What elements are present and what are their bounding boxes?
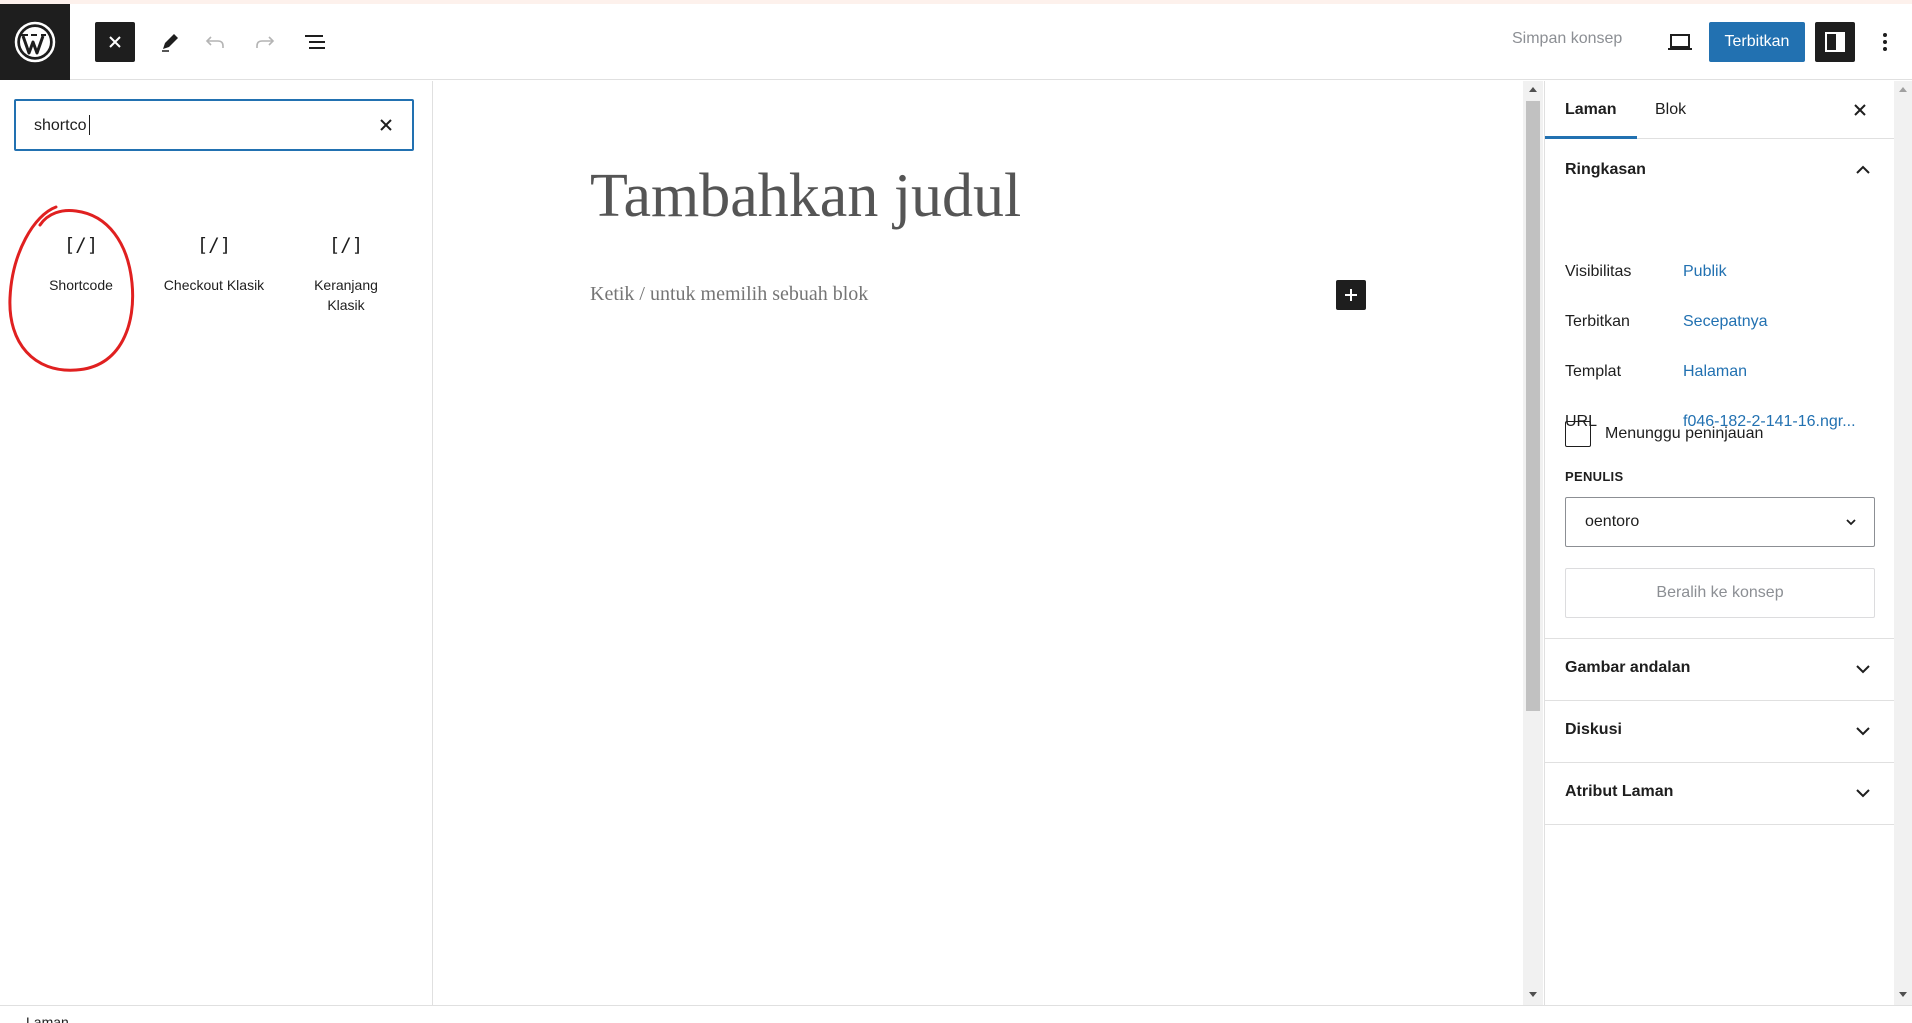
block-option-shortcode[interactable]: [/] Shortcode	[16, 231, 146, 341]
redo-icon	[256, 36, 275, 48]
laptop-icon	[1668, 34, 1692, 50]
document-overview-button[interactable]	[295, 22, 335, 62]
redo-button[interactable]	[245, 22, 285, 62]
block-option-label: Checkout Klasik	[163, 277, 265, 293]
chevron-down-icon	[1856, 789, 1870, 798]
plus-icon	[1345, 289, 1357, 301]
publish-date-label: Terbitkan	[1565, 313, 1630, 330]
chevron-down-icon	[1846, 519, 1856, 526]
featured-image-panel-toggle[interactable]: Gambar andalan	[1545, 639, 1895, 701]
summary-panel-title: Ringkasan	[1565, 161, 1646, 178]
visibility-label: Visibilitas	[1565, 263, 1632, 280]
sidebar-scrollbar[interactable]	[1894, 81, 1912, 1005]
block-option-label: Shortcode	[49, 277, 113, 293]
save-draft-button[interactable]: Simpan konsep	[1512, 30, 1622, 48]
discussion-panel-toggle[interactable]: Diskusi	[1545, 701, 1895, 763]
editor-canvas[interactable]: Tambahkan judul Ketik / untuk memilih se…	[434, 81, 1524, 1005]
undo-icon	[205, 36, 224, 48]
pending-review-label: Menunggu peninjauan	[1605, 425, 1764, 442]
close-icon	[109, 36, 121, 48]
more-vertical-icon	[1883, 33, 1887, 51]
visibility-value-link[interactable]: Publik	[1683, 263, 1863, 281]
author-select-value: oentoro	[1585, 513, 1640, 530]
scroll-down-arrow-icon[interactable]	[1897, 990, 1909, 1000]
undo-button[interactable]	[195, 22, 235, 62]
switch-to-draft-button[interactable]: Beralih ke konsep	[1565, 568, 1875, 618]
clear-search-button[interactable]	[374, 113, 398, 137]
close-sidebar-button[interactable]	[1847, 97, 1873, 123]
block-inserter-panel: [/] Shortcode [/] Checkout Klasik [/] Ke…	[0, 81, 433, 1005]
breadcrumb[interactable]: Laman	[26, 1014, 69, 1023]
editor-header: Simpan konsep Terbitkan	[0, 4, 1912, 80]
wordpress-logo-icon[interactable]	[0, 4, 70, 80]
author-select[interactable]: oentoro	[1565, 497, 1875, 547]
tab-blok[interactable]: Blok	[1635, 81, 1706, 139]
author-heading: PENULIS	[1565, 469, 1624, 484]
text-caret	[89, 115, 90, 135]
scroll-up-arrow-icon[interactable]	[1527, 84, 1539, 94]
block-search-field[interactable]	[14, 99, 414, 151]
summary-panel-toggle[interactable]: Ringkasan	[1545, 140, 1895, 200]
block-search-input[interactable]	[34, 114, 354, 138]
close-icon	[380, 119, 392, 131]
block-option-label: Keranjang Klasik	[314, 277, 378, 313]
page-attributes-panel-title: Atribut Laman	[1565, 783, 1674, 800]
page-attributes-panel-toggle[interactable]: Atribut Laman	[1545, 763, 1895, 825]
editor-footer: Laman	[0, 1005, 1912, 1023]
tab-laman[interactable]: Laman	[1545, 81, 1637, 139]
close-inserter-button[interactable]	[95, 22, 135, 62]
pencil-icon	[162, 34, 178, 52]
block-placeholder[interactable]: Ketik / untuk memilih sebuah blok	[590, 283, 868, 306]
add-block-button[interactable]	[1336, 280, 1366, 310]
template-value-link[interactable]: Halaman	[1683, 363, 1863, 381]
close-icon	[1854, 104, 1866, 116]
chevron-up-icon	[1856, 165, 1870, 174]
block-option-keranjang-klasik[interactable]: [/] Keranjang Klasik	[281, 231, 411, 341]
publish-date-row: Terbitkan Secepatnya	[1565, 313, 1885, 337]
options-menu-button[interactable]	[1870, 22, 1900, 62]
sidebar-icon	[1825, 32, 1845, 52]
visibility-row: Visibilitas Publik	[1565, 263, 1885, 287]
canvas-scrollbar-thumb[interactable]	[1526, 101, 1540, 711]
chevron-down-icon	[1856, 665, 1870, 674]
chevron-down-icon	[1856, 727, 1870, 736]
list-view-icon	[305, 35, 325, 49]
discussion-panel-title: Diskusi	[1565, 721, 1622, 738]
sidebar-tabs: Laman Blok	[1545, 81, 1895, 139]
settings-toggle-button[interactable]	[1815, 22, 1855, 62]
template-label: Templat	[1565, 363, 1622, 380]
template-row: Templat Halaman	[1565, 363, 1885, 387]
publish-button[interactable]: Terbitkan	[1709, 22, 1805, 62]
settings-sidebar: Laman Blok Ringkasan Visibilitas Publik …	[1544, 81, 1895, 1005]
scroll-up-arrow-icon[interactable]	[1897, 84, 1909, 94]
shortcode-icon: [/]	[328, 234, 364, 256]
shortcode-icon: [/]	[196, 234, 232, 256]
scroll-down-arrow-icon[interactable]	[1527, 990, 1539, 1000]
featured-image-panel-title: Gambar andalan	[1565, 659, 1691, 676]
block-option-checkout-klasik[interactable]: [/] Checkout Klasik	[149, 231, 279, 341]
edit-tool-button[interactable]	[150, 22, 190, 62]
preview-button[interactable]	[1660, 22, 1700, 62]
shortcode-icon: [/]	[63, 234, 99, 256]
publish-date-value-link[interactable]: Secepatnya	[1683, 313, 1863, 331]
pending-review-checkbox[interactable]	[1565, 421, 1591, 447]
post-title-field[interactable]: Tambahkan judul	[590, 161, 1021, 232]
